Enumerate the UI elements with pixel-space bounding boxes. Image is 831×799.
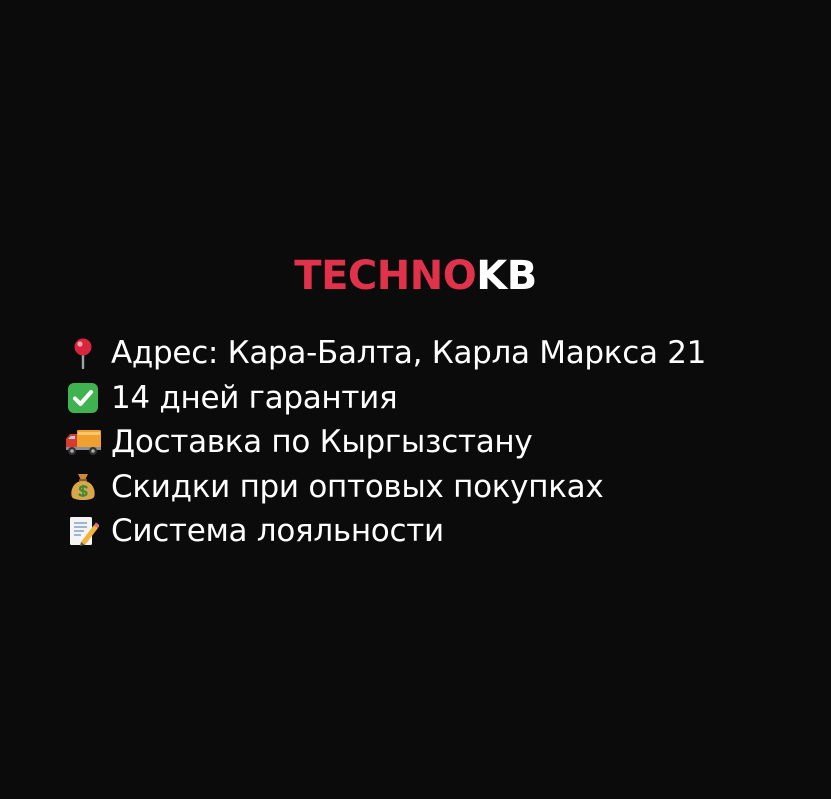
feature-text: Адрес: Кара-Балта, Карла Маркса 21 bbox=[111, 335, 707, 372]
feature-item-discounts: Скидки при оптовых покупках bbox=[64, 465, 706, 510]
feature-item-warranty: 14 дней гарантия bbox=[64, 376, 706, 421]
memo-icon bbox=[64, 515, 102, 547]
promo-card: TECHNOKB Адрес: Кара-Балта, Карла Маркса… bbox=[0, 0, 831, 799]
feature-text: Скидки при оптовых покупках bbox=[111, 468, 604, 505]
features-list: Адрес: Кара-Балта, Карла Маркса 21 14 дн… bbox=[64, 331, 706, 554]
feature-text: 14 дней гарантия bbox=[111, 379, 398, 416]
check-mark-button-icon bbox=[64, 382, 102, 414]
brand-logo: TECHNOKB bbox=[0, 248, 831, 304]
feature-text: Доставка по Кыргызстану bbox=[111, 424, 533, 461]
feature-item-address: Адрес: Кара-Балта, Карла Маркса 21 bbox=[64, 331, 706, 376]
delivery-truck-icon bbox=[64, 426, 102, 458]
money-bag-icon bbox=[64, 471, 102, 503]
feature-item-delivery: Доставка по Кыргызстану bbox=[64, 420, 706, 465]
feature-text: Система лояльности bbox=[111, 513, 444, 550]
brand-logo-kb: KB bbox=[476, 253, 537, 299]
brand-logo-techno: TECHNO bbox=[294, 253, 477, 299]
feature-item-loyalty: Система лояльности bbox=[64, 509, 706, 554]
pushpin-icon bbox=[64, 337, 102, 370]
